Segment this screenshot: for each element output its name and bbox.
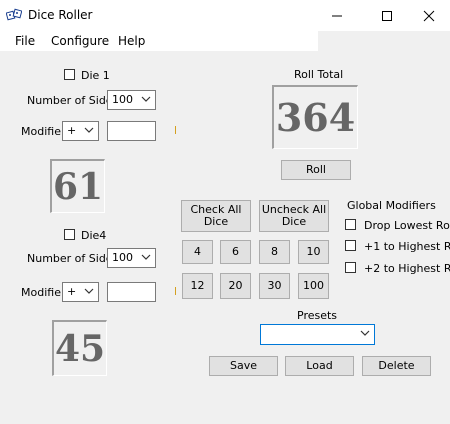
die1-label: Die 1 — [81, 69, 110, 82]
die4-sides-select[interactable]: 100 — [107, 248, 156, 268]
dice-app-icon — [5, 7, 23, 23]
global-modifiers-label: Global Modifiers — [347, 199, 436, 212]
roll-total-label: Roll Total — [294, 68, 344, 81]
die1-sides-select[interactable]: 100 — [107, 90, 156, 110]
die1-result: 61 — [50, 159, 105, 213]
maximize-button[interactable] — [364, 0, 410, 31]
drop-lowest-label: Drop Lowest Roll — [364, 219, 450, 232]
chevron-down-icon — [84, 127, 94, 133]
chevron-down-icon — [141, 96, 151, 102]
die1-modifier-value: + — [67, 124, 77, 137]
die1-sides-value: 100 — [112, 93, 133, 106]
die4-checkbox[interactable] — [64, 229, 75, 240]
chevron-down-icon — [84, 288, 94, 294]
sides-button-20[interactable]: 20 — [220, 273, 251, 299]
minimize-button[interactable] — [314, 0, 360, 31]
sides-button-100[interactable]: 100 — [298, 273, 329, 299]
close-button[interactable] — [406, 0, 450, 31]
die4-modifier-select[interactable]: + — [62, 282, 99, 302]
drop-lowest-checkbox[interactable] — [345, 219, 356, 230]
window-title: Dice Roller — [28, 8, 93, 22]
save-button[interactable]: Save — [209, 356, 278, 376]
die4-modifier-input[interactable] — [107, 282, 156, 302]
sides-button-4[interactable]: 4 — [182, 240, 213, 264]
sides-button-30[interactable]: 30 — [259, 273, 290, 299]
die1-sides-label: Number of Sides — [27, 94, 119, 107]
uncheck-all-dice-button[interactable]: Uncheck All Dice — [259, 200, 329, 232]
chevron-down-icon — [141, 254, 151, 260]
menu-file[interactable]: File — [15, 34, 35, 48]
check-all-dice-button[interactable]: Check All Dice — [181, 200, 251, 232]
die1-modifier-input[interactable] — [107, 121, 156, 141]
minimize-icon — [332, 15, 342, 16]
chevron-down-icon — [360, 330, 370, 336]
load-button[interactable]: Load — [285, 356, 354, 376]
menu-bar — [0, 31, 318, 51]
plus1-highest-checkbox[interactable] — [345, 240, 356, 251]
die4-separator-tick — [175, 287, 176, 295]
sides-button-6[interactable]: 6 — [220, 240, 251, 264]
die4-sides-label: Number of Sides — [27, 252, 119, 265]
menu-configure[interactable]: Configure — [51, 34, 109, 48]
menu-help[interactable]: Help — [118, 34, 145, 48]
die1-separator-tick — [175, 126, 176, 134]
plus2-highest-checkbox[interactable] — [345, 262, 356, 273]
roll-button[interactable]: Roll — [281, 160, 351, 180]
presets-label: Presets — [297, 309, 338, 322]
sides-button-10[interactable]: 10 — [298, 240, 329, 264]
plus1-highest-label: +1 to Highest Roll — [364, 240, 450, 253]
presets-select[interactable] — [260, 324, 375, 345]
die4-modifier-label: Modifier — [21, 286, 66, 299]
die4-result: 45 — [52, 320, 107, 376]
sides-button-12[interactable]: 12 — [182, 273, 213, 299]
roll-total-value: 364 — [272, 85, 358, 149]
die1-modifier-label: Modifier — [21, 125, 66, 138]
maximize-icon — [382, 10, 392, 21]
sides-button-8[interactable]: 8 — [259, 240, 290, 264]
die4-modifier-value: + — [67, 285, 77, 298]
delete-button[interactable]: Delete — [362, 356, 431, 376]
close-icon — [423, 10, 435, 21]
die1-checkbox[interactable] — [64, 69, 75, 80]
die1-modifier-select[interactable]: + — [62, 121, 99, 141]
die4-sides-value: 100 — [112, 251, 133, 264]
die4-label: Die4 — [81, 229, 107, 242]
plus2-highest-label: +2 to Highest Roll — [364, 262, 450, 275]
